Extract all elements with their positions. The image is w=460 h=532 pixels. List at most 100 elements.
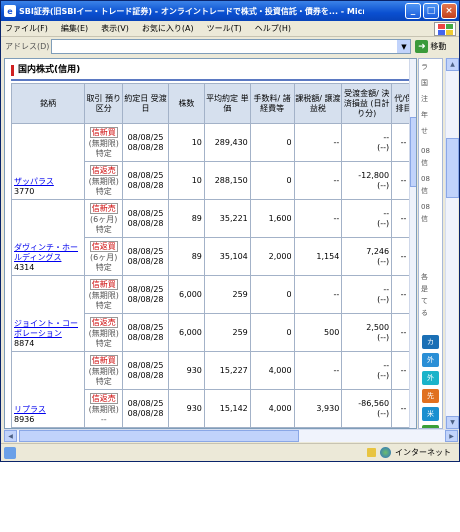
qty-cell: 10 (168, 123, 205, 162)
side-panel-item[interactable]: 信 (421, 159, 441, 167)
side-panel-button[interactable]: 外 (422, 371, 439, 385)
fee-cell: 2,000 (249, 237, 295, 276)
account-type: 特定 (95, 262, 112, 272)
trade-term: (無期限) (88, 138, 119, 148)
date-cell: 08/08/25 08/08/28 (122, 161, 169, 200)
title-bar: e SBI証券(旧SBIイー・トレード証券) - オンライントレードで株式・投資… (1, 1, 459, 21)
settle-date: 08/08/28 (127, 256, 164, 266)
account-type: 特定 (95, 186, 112, 196)
trade-date: 08/08/25 (127, 398, 164, 408)
col-header: 株数 (168, 83, 205, 124)
amount-cell: -- (--) (341, 199, 393, 238)
day-pl: (--) (377, 256, 390, 266)
side-panel-item[interactable]: ラ (421, 63, 441, 71)
side-panel-button[interactable]: 先 (422, 389, 439, 403)
side-panel-button[interactable]: カ (422, 335, 439, 349)
settle-amount: -12,800 (358, 170, 390, 180)
close-button[interactable]: × (441, 3, 457, 19)
day-pl: (--) (377, 180, 390, 190)
col-header: 取引 預り区分 (84, 83, 124, 124)
scroll-down-icon[interactable]: ▼ (446, 416, 459, 429)
address-input[interactable]: ▼ (51, 39, 412, 54)
trade-kind-badge[interactable]: 信新売 (89, 202, 118, 214)
horizontal-scroll-thumb[interactable] (19, 430, 299, 442)
side-panel-item[interactable]: 信 (421, 187, 441, 195)
fee-cell: 0 (249, 275, 295, 314)
trade-kind-badge[interactable]: 信返売 (89, 316, 118, 328)
col-header: 約定日 受渡日 (122, 83, 169, 124)
date-cell: 08/08/25 08/08/28 (122, 123, 169, 162)
address-label: アドレス(D) (5, 42, 50, 51)
day-pl: (--) (377, 408, 390, 418)
side-panel-item[interactable]: る (421, 309, 441, 317)
side-panel-item[interactable]: 各 (421, 273, 441, 281)
side-panel-button[interactable]: 外 (422, 353, 439, 367)
trade-term: (無期限) (88, 290, 119, 300)
side-panel-item[interactable]: 年 (421, 111, 441, 119)
chevron-down-icon[interactable]: ▼ (397, 40, 411, 53)
trade-date: 08/08/25 (127, 360, 164, 370)
price-cell: 288,150 (203, 161, 251, 200)
menu-view[interactable]: 表示(V) (101, 23, 129, 34)
trade-kind-badge[interactable]: 信新買 (89, 354, 118, 366)
side-panel-item[interactable]: 国 (421, 79, 441, 87)
scroll-left-icon[interactable]: ◀ (4, 430, 17, 442)
scroll-right-icon[interactable]: ▶ (445, 430, 458, 442)
go-arrow-icon: ➜ (415, 40, 429, 53)
side-panel-item[interactable]: せ (421, 127, 441, 135)
side-panel-button[interactable]: 米 (422, 407, 439, 421)
side-panel-item[interactable]: て (421, 297, 441, 305)
side-panel-item[interactable]: 08 (421, 147, 441, 155)
menu-help[interactable]: ヘルプ(H) (255, 23, 291, 34)
windows-logo-icon (434, 22, 456, 36)
settle-amount: -- (383, 132, 390, 142)
vertical-scroll-thumb[interactable] (446, 138, 459, 198)
trade-kind-badge[interactable]: 信返売 (89, 164, 118, 176)
tax-cell: 3,930 (293, 389, 343, 428)
stock-name-link[interactable]: ダヴィンチ・ホールディングス (14, 243, 82, 263)
inner-scroll-thumb[interactable] (410, 117, 416, 187)
menu-tools[interactable]: ツール(T) (207, 23, 242, 34)
side-panel-item[interactable]: 08 (421, 203, 441, 211)
lock-icon (367, 448, 376, 457)
side-panel-item[interactable]: 08 (421, 175, 441, 183)
account-type: 特定 (95, 376, 112, 386)
menu-edit[interactable]: 編集(E) (61, 23, 88, 34)
vertical-scrollbar[interactable]: ▲ ▼ (445, 58, 459, 429)
menu-bar: ファイル(F) 編集(E) 表示(V) お気に入り(A) ツール(T) ヘルプ(… (1, 21, 459, 37)
trade-date: 08/08/25 (127, 132, 164, 142)
stock-name-link[interactable]: ジョイント・コーポレーション (14, 319, 82, 339)
table-row: ジョイント・コーポレーション 8874 信新買 (無期限) 特定 08/08/2… (10, 275, 416, 352)
browser-window: e SBI証券(旧SBIイー・トレード証券) - オンライントレードで株式・投資… (0, 0, 460, 462)
side-panel-item[interactable]: 信 (421, 215, 441, 223)
settle-date: 08/08/28 (127, 332, 164, 342)
day-pl: (--) (377, 294, 390, 304)
page-status-icon (4, 446, 16, 459)
inner-scrollbar[interactable] (409, 59, 416, 428)
qty-cell: 930 (168, 389, 205, 428)
trade-term: (無期限) (88, 176, 119, 186)
side-panel-item[interactable]: 注 (421, 95, 441, 103)
side-panel-item[interactable]: 是 (421, 285, 441, 293)
tax-cell: -- (293, 275, 343, 314)
menu-favorites[interactable]: お気に入り(A) (142, 23, 194, 34)
trade-type-cell: 信新買 (無期限) 特定 (84, 351, 124, 390)
trade-type-cell: 信新買 (無期限) 特定 (84, 123, 124, 162)
scroll-up-icon[interactable]: ▲ (446, 58, 459, 71)
horizontal-scrollbar[interactable]: ◀ ▶ (4, 429, 458, 442)
settle-amount: 7,246 (366, 246, 390, 256)
maximize-button[interactable]: □ (423, 3, 439, 19)
settle-date: 08/08/28 (127, 142, 164, 152)
trade-type-cell: 信新売 (6ヶ月) 特定 (84, 199, 124, 238)
menu-file[interactable]: ファイル(F) (5, 23, 48, 34)
go-button[interactable]: ➜ 移動 (415, 40, 446, 53)
trade-date: 08/08/25 (127, 284, 164, 294)
stock-name-link[interactable]: リプラス (14, 405, 82, 415)
trade-kind-badge[interactable]: 信返売 (89, 392, 118, 404)
stock-name-link[interactable]: ザッパラス (14, 177, 82, 187)
minimize-button[interactable]: _ (405, 3, 421, 19)
trade-date: 08/08/25 (127, 322, 164, 332)
trade-kind-badge[interactable]: 信新買 (89, 126, 118, 138)
trade-kind-badge[interactable]: 信返買 (89, 240, 118, 252)
trade-kind-badge[interactable]: 信新買 (89, 278, 118, 290)
